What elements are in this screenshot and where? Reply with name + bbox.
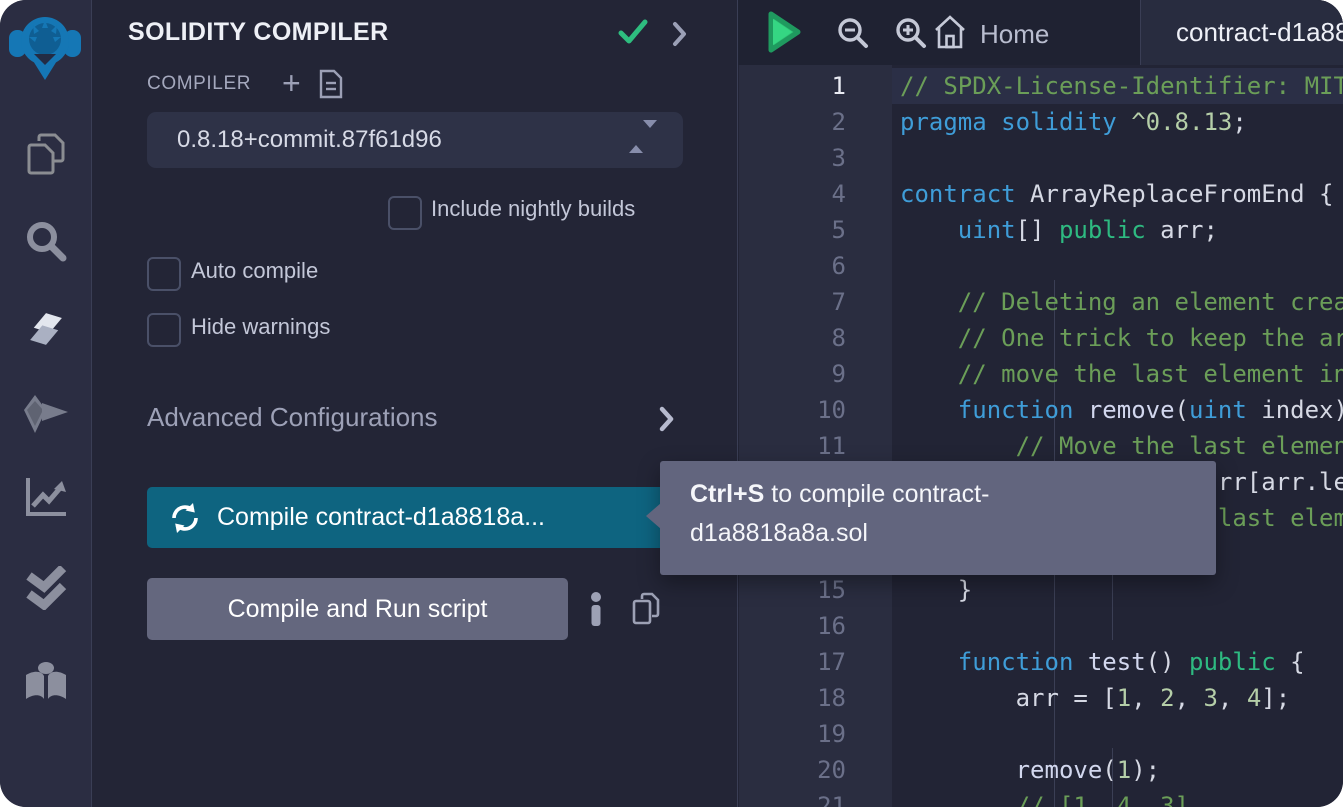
compiler-version-value: 0.8.18+commit.87f61d96 [177, 126, 442, 154]
nightly-builds-label: Include nightly builds [431, 196, 635, 222]
compiler-version-select[interactable]: 0.8.18+commit.87f61d96 [147, 112, 683, 168]
tooltip-line1: Ctrl+S to compile contract- [690, 475, 1216, 514]
code-lines: // SPDX-License-Identifier: MITpragma so… [892, 68, 1343, 807]
home-icon [933, 14, 967, 55]
zoom-in-icon[interactable] [894, 16, 928, 55]
sidebar-item-search[interactable] [0, 215, 91, 271]
hide-warnings-label: Hide warnings [191, 314, 330, 340]
code-line: remove(1); [892, 752, 1343, 788]
code-line: // One trick to keep the arr [892, 320, 1343, 356]
code-line [892, 716, 1343, 752]
tab-home[interactable]: Home [933, 14, 1049, 55]
code-line: pragma solidity ^0.8.13; [892, 104, 1343, 140]
sidebar-item-solidity-compiler[interactable] [0, 303, 91, 359]
line-number: 18 [739, 680, 892, 716]
line-number: 4 [739, 176, 892, 212]
select-arrows-icon [629, 128, 657, 146]
code-line: // move the last element int [892, 356, 1343, 392]
deploy-icon [22, 393, 70, 440]
code-line: function test() public { [892, 644, 1343, 680]
line-number: 10 [739, 392, 892, 428]
tab-contract-file[interactable]: contract-d1a8818a8a.sol [1140, 0, 1343, 65]
line-number: 15 [739, 572, 892, 608]
auto-compile-label: Auto compile [191, 258, 318, 284]
line-number: 3 [739, 140, 892, 176]
sidebar-item-testing[interactable] [0, 562, 91, 618]
copy-pages-icon [24, 132, 68, 183]
editor-topbar: Home contract-d1a8818a8a.sol [738, 0, 1343, 65]
code-line: // SPDX-License-Identifier: MIT [892, 68, 1343, 104]
add-compiler-icon[interactable]: + [282, 68, 301, 98]
double-check-icon [23, 566, 69, 615]
copy-icon[interactable] [632, 592, 660, 631]
code-line: // Move the last element [892, 428, 1343, 464]
line-number: 8 [739, 320, 892, 356]
code-line: // Deleting an element creat [892, 284, 1343, 320]
refresh-icon [168, 501, 202, 535]
sidebar-item-deploy-run[interactable] [0, 388, 91, 444]
compile-and-run-label: Compile and Run script [228, 595, 488, 624]
tooltip-line2: d1a8818a8a.sol [690, 514, 1216, 553]
contract-tab-label: contract-d1a8818a8a.sol [1176, 17, 1343, 48]
line-number: 17 [739, 644, 892, 680]
advanced-configurations-label: Advanced Configurations [147, 402, 438, 432]
code-line: // [1, 4, 3] [892, 788, 1343, 807]
tooltip-arrow [646, 503, 661, 529]
home-tab-label: Home [980, 19, 1049, 50]
code-line [892, 248, 1343, 284]
code-line: } [892, 572, 1343, 608]
code-line [892, 608, 1343, 644]
code-line: function remove(uint index) [892, 392, 1343, 428]
compile-shortcut-tooltip: Ctrl+S to compile contract- d1a8818a8a.s… [660, 461, 1216, 575]
panel-title: SOLIDITY COMPILER [128, 18, 389, 47]
line-number: 1 [739, 68, 892, 104]
chart-icon [24, 476, 68, 523]
tooltip-shortcut: Ctrl+S [690, 480, 764, 508]
line-number: 6 [739, 248, 892, 284]
line-number: 7 [739, 284, 892, 320]
gutter-numbers: 123456789101112131415161718192021 [739, 68, 892, 807]
code-line: contract ArrayReplaceFromEnd { [892, 176, 1343, 212]
book-icon [23, 661, 69, 708]
line-number-gutter: 123456789101112131415161718192021 [739, 65, 892, 807]
compile-button-label: Compile contract-d1a8818a... [217, 503, 545, 532]
info-icon[interactable] [590, 592, 602, 631]
tooltip-text: to compile contract- [764, 480, 989, 508]
nightly-builds-checkbox[interactable] [388, 196, 422, 230]
code-editor: Home contract-d1a8818a8a.sol 12345678910… [737, 0, 1343, 807]
sidebar-item-learneth[interactable] [0, 656, 91, 712]
line-number: 19 [739, 716, 892, 752]
compile-success-check-icon [618, 18, 648, 51]
hide-warnings-checkbox[interactable] [147, 313, 181, 347]
code-line: uint[] public arr; [892, 212, 1343, 248]
remix-ide-window: SOLIDITY COMPILER COMPILER + 0.8.18+comm… [0, 0, 1343, 807]
line-number: 11 [739, 428, 892, 464]
code-line: arr = [1, 2, 3, 4]; [892, 680, 1343, 716]
compiler-section-label: COMPILER [147, 73, 251, 95]
icon-sidebar [0, 0, 92, 807]
search-icon [23, 218, 69, 269]
code-area[interactable]: // SPDX-License-Identifier: MITpragma so… [892, 65, 1343, 807]
solidity-icon [24, 307, 68, 356]
line-number: 9 [739, 356, 892, 392]
line-number: 20 [739, 752, 892, 788]
sidebar-item-analysis[interactable] [0, 471, 91, 527]
remix-logo[interactable] [8, 8, 82, 88]
line-number: 16 [739, 608, 892, 644]
auto-compile-checkbox[interactable] [147, 257, 181, 291]
line-number: 2 [739, 104, 892, 140]
compile-button[interactable]: Compile contract-d1a8818a... [147, 487, 678, 548]
collapse-panel-chevron-icon[interactable] [672, 21, 688, 52]
run-script-play-button[interactable] [766, 10, 802, 59]
sidebar-item-file-explorer[interactable] [0, 129, 91, 185]
solidity-compiler-panel: SOLIDITY COMPILER COMPILER + 0.8.18+comm… [92, 0, 738, 807]
zoom-out-icon[interactable] [836, 16, 870, 55]
advanced-configurations-toggle[interactable]: Advanced Configurations [147, 402, 683, 433]
compile-and-run-button[interactable]: Compile and Run script [147, 578, 568, 640]
document-icon[interactable] [318, 68, 344, 105]
line-number: 5 [739, 212, 892, 248]
code-line [892, 140, 1343, 176]
advanced-chevron-icon [659, 406, 675, 437]
line-number: 21 [739, 788, 892, 807]
